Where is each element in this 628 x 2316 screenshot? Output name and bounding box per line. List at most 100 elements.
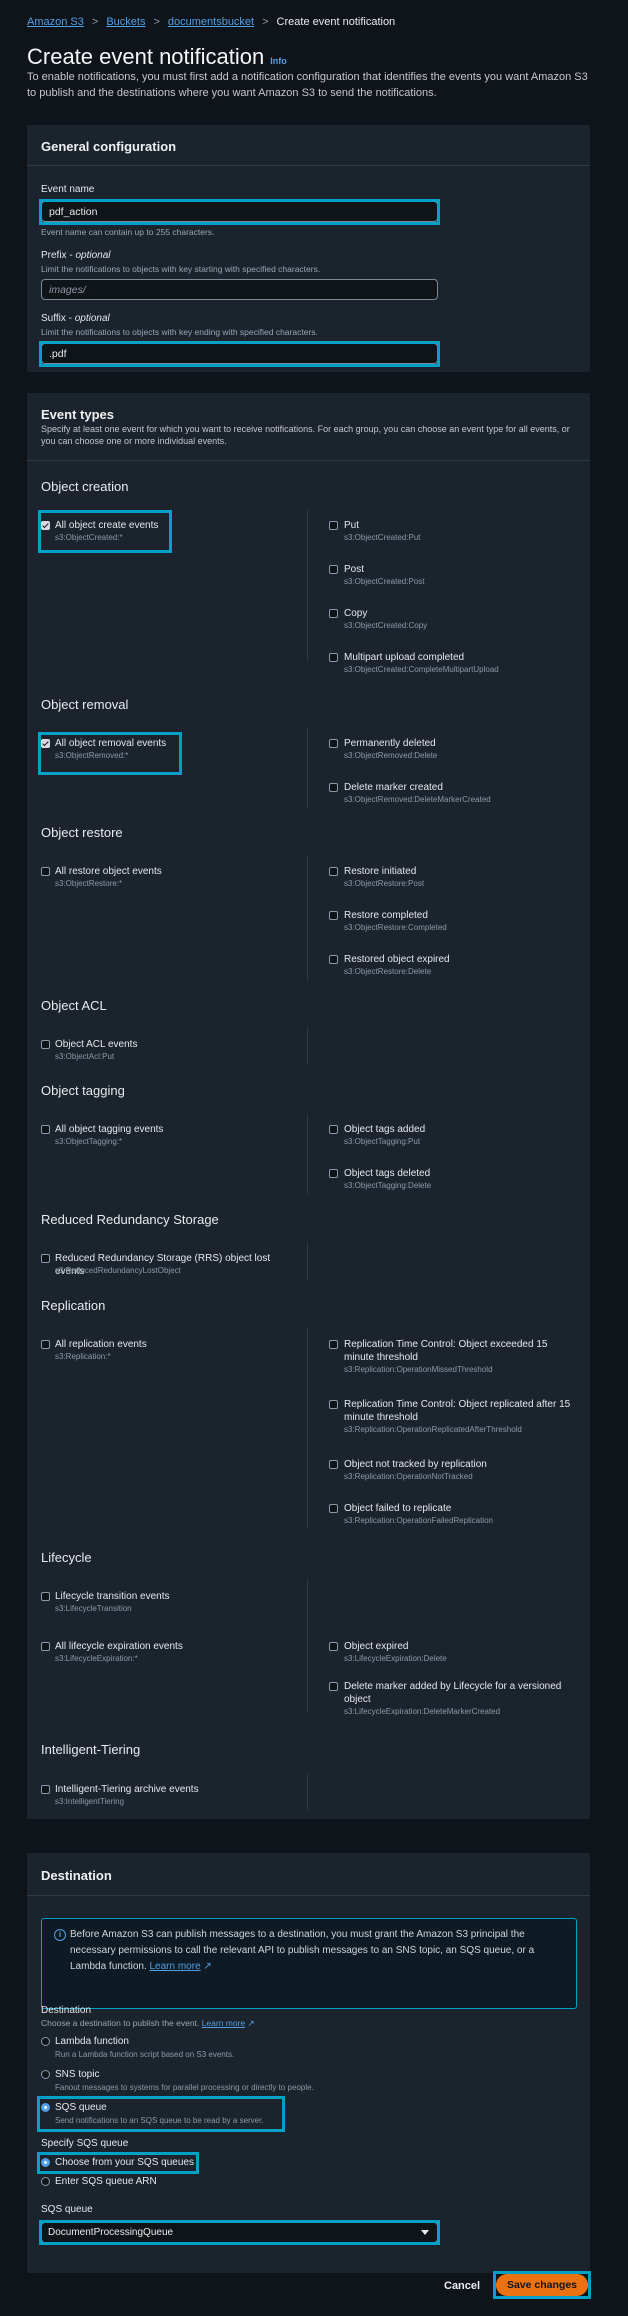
alert-learn-more-link[interactable]: Learn more [150, 1961, 201, 1972]
page-header: Create event notification Info [27, 44, 287, 70]
destination-learn-more-link[interactable]: Learn more [202, 2018, 245, 2028]
column-divider [307, 1028, 308, 1065]
destination-label: Destination [41, 2005, 92, 2016]
destination-panel: Destination [27, 1853, 590, 2273]
group-title-object-acl: Object ACL [41, 998, 107, 1013]
checkbox-restored-object-expired[interactable] [329, 955, 338, 964]
event-label-object-tags-deleted: Object tags deleted [344, 1168, 431, 1179]
sqs-queue-select[interactable]: DocumentProcessingQueue [41, 2222, 438, 2243]
suffix-label: Suffix - optional [41, 313, 110, 324]
checkbox-delete-marker-created[interactable] [329, 783, 338, 792]
save-changes-button[interactable]: Save changes [496, 2274, 588, 2296]
general-configuration-heading: General configuration [41, 139, 177, 154]
group-title-intelligent-tiering: Intelligent-Tiering [41, 1742, 141, 1757]
checkbox-object-failed-to-replicate[interactable] [329, 1504, 338, 1513]
event-api: s3:ObjectCreated:Copy [344, 621, 428, 630]
event-label-put: Put [344, 520, 360, 531]
info-link[interactable]: Info [270, 56, 287, 66]
group-title-replication: Replication [41, 1298, 106, 1313]
radio-sqs-queue[interactable] [41, 2103, 50, 2112]
checkbox-all-object-removal-events[interactable] [41, 739, 50, 748]
checkbox-delete-marker-added-by-lifecycle-for-a-versioned-object[interactable] [329, 1682, 338, 1691]
chevron-right-icon: > [262, 16, 269, 28]
radio-sns-topic[interactable] [41, 2070, 50, 2079]
external-link-icon: ↗ [247, 2018, 255, 2028]
group-title-object-creation: Object creation [41, 479, 129, 494]
checkbox-lifecycle-transition-events[interactable] [41, 1592, 50, 1601]
chevron-right-icon: > [91, 16, 99, 28]
checkbox-put[interactable] [329, 521, 338, 530]
checkbox-multipart-upload-completed[interactable] [329, 653, 338, 662]
checkbox-object-tags-deleted[interactable] [329, 1169, 338, 1178]
event-api: s3:ObjectRestore:Completed [344, 923, 447, 932]
cancel-button[interactable]: Cancel [444, 2280, 480, 2292]
suffix-label-text: Suffix [41, 313, 66, 324]
alert-body: Before Amazon S3 can publish messages to… [70, 1929, 535, 1972]
event-label-copy: Copy [344, 608, 368, 619]
event-label-delete-marker-added-by-lifecycle-for-a-versioned-object: Delete marker added by Lifecycle for a v… [344, 1681, 562, 1705]
caret-down-icon [421, 2230, 429, 2235]
sqs-queue-desc: Send notifications to an SQS queue to be… [55, 2116, 264, 2125]
checkbox-replication-time-control-object-exceeded-15-minute-threshold[interactable] [329, 1340, 338, 1349]
column-divider [307, 1773, 308, 1810]
event-types-description: Specify at least one event for which you… [41, 424, 570, 446]
event-api: s3:LifecycleExpiration:DeleteMarkerCreat… [344, 1707, 501, 1716]
radio-enter-arn[interactable] [41, 2177, 50, 2186]
event-name-label: Event name [41, 184, 95, 195]
checkbox-object-not-tracked-by-replication[interactable] [329, 1460, 338, 1469]
column-divider [307, 856, 308, 981]
breadcrumb-documentsbucket[interactable]: documentsbucket [168, 16, 254, 28]
event-label-intelligent-tiering-archive-events: Intelligent-Tiering archive events [55, 1784, 199, 1795]
checkbox-permanently-deleted[interactable] [329, 739, 338, 748]
checkbox-object-acl-events[interactable] [41, 1040, 50, 1049]
prefix-label: Prefix - optional [41, 250, 111, 261]
event-types-heading: Event types [41, 407, 114, 422]
chevron-right-icon: > [153, 16, 160, 28]
checkbox-object-tags-added[interactable] [329, 1125, 338, 1134]
radio-lambda-function[interactable] [41, 2037, 50, 2046]
sqs-queue-selected-value: DocumentProcessingQueue [48, 2227, 174, 2238]
checkbox-post[interactable] [329, 565, 338, 574]
event-api: s3:ObjectRestore:* [55, 879, 123, 888]
destination-hint: Choose a destination to publish the even… [41, 2018, 255, 2029]
specify-sqs-label: Specify SQS queue [41, 2138, 129, 2149]
event-api: s3:ObjectRemoved:* [55, 751, 129, 760]
column-divider [307, 1580, 308, 1713]
event-api: s3:Replication:OperationFailedReplicatio… [344, 1516, 493, 1525]
column-divider [307, 1328, 308, 1529]
divider [27, 165, 590, 166]
column-divider [307, 1242, 308, 1279]
sns-topic-desc: Fanout messages to systems for parallel … [55, 2083, 314, 2092]
alert-text: Before Amazon S3 can publish messages to… [70, 1927, 565, 1975]
checkbox-restore-initiated[interactable] [329, 867, 338, 876]
checkbox-all-replication-events[interactable] [41, 1340, 50, 1349]
suffix-input[interactable]: .pdf [41, 343, 438, 364]
event-label-lifecycle-transition-events: Lifecycle transition events [55, 1591, 170, 1602]
checkbox-all-restore-object-events[interactable] [41, 867, 50, 876]
breadcrumb-buckets[interactable]: Buckets [106, 16, 145, 28]
checkbox-all-object-create-events[interactable] [41, 521, 50, 530]
group-title-reduced-redundancy-storage: Reduced Redundancy Storage [41, 1212, 219, 1227]
event-label-delete-marker-created: Delete marker created [344, 782, 443, 793]
checkbox-replication-time-control-object-replicated-after-15-minute-threshold[interactable] [329, 1400, 338, 1409]
checkbox-object-expired[interactable] [329, 1642, 338, 1651]
prefix-label-text: Prefix [41, 250, 67, 261]
prefix-input[interactable]: images/ [41, 279, 438, 300]
radio-choose-from-queues[interactable] [41, 2158, 50, 2167]
checkbox-copy[interactable] [329, 609, 338, 618]
event-api: s3:LifecycleTransition [55, 1604, 132, 1613]
checkbox-intelligent-tiering-archive-events[interactable] [41, 1785, 50, 1794]
breadcrumb-amazon-s3[interactable]: Amazon S3 [27, 16, 84, 28]
group-title-object-tagging: Object tagging [41, 1083, 125, 1098]
event-label-replication-time-control-object-exceeded-15-minute-threshold: Replication Time Control: Object exceede… [344, 1339, 548, 1363]
event-label-all-object-removal-events: All object removal events [55, 738, 167, 749]
checkbox-reduced-redundancy-storage-rrs-object-lost-events[interactable] [41, 1254, 50, 1263]
event-label-multipart-upload-completed: Multipart upload completed [344, 652, 465, 663]
checkbox-all-lifecycle-expiration-events[interactable] [41, 1642, 50, 1651]
destination-hint-text: Choose a destination to publish the even… [41, 2018, 200, 2028]
event-label-restore-completed: Restore completed [344, 910, 428, 921]
checkbox-all-object-tagging-events[interactable] [41, 1125, 50, 1134]
column-divider [307, 510, 308, 661]
event-name-input[interactable]: pdf_action [41, 201, 438, 222]
checkbox-restore-completed[interactable] [329, 911, 338, 920]
